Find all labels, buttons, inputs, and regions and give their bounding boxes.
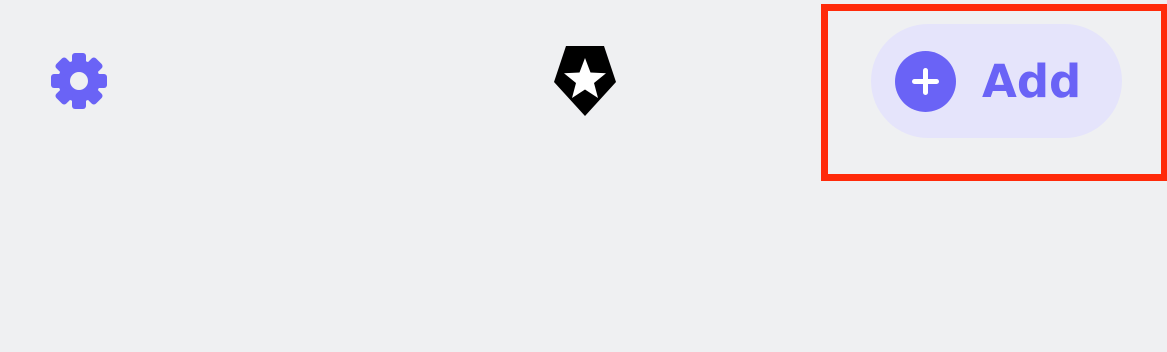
plus-circle-icon [895, 50, 956, 112]
add-button-label: Add [982, 54, 1082, 108]
gear-icon [51, 53, 107, 109]
add-button[interactable]: Add [871, 24, 1122, 138]
shield-star-icon [552, 44, 618, 118]
settings-button[interactable] [44, 46, 114, 116]
app-screen: Add [0, 0, 1167, 352]
